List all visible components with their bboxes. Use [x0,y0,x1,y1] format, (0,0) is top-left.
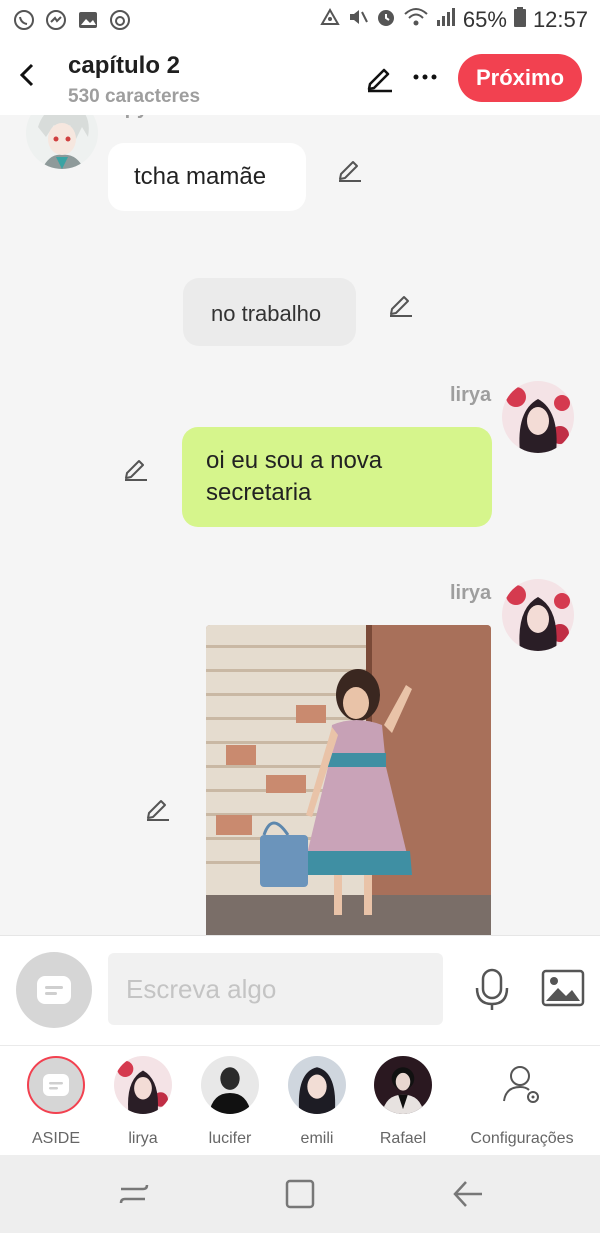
aside-toggle-button[interactable] [16,952,92,1028]
wifi-icon [403,6,429,34]
alarm-icon [375,6,397,34]
notification-icons [12,8,132,32]
more-options-button[interactable] [410,62,440,92]
pencil-icon [339,161,361,182]
character-aside[interactable]: ASIDE [11,1056,101,1148]
battery-icon [513,6,527,34]
avatar [374,1056,432,1114]
more-dots-icon [413,74,437,80]
whatsapp-icon [12,8,36,32]
battery-percent: 65% [462,7,507,32]
chat-bubble-icon [43,1074,69,1096]
instagram-icon [108,8,132,32]
microphone-icon [475,968,509,1010]
edit-message-button[interactable] [122,454,150,482]
character-label: emili [300,1130,334,1147]
message-input[interactable] [108,953,443,1025]
chapter-title: capítulo 2 [68,52,181,79]
edit-title-button[interactable] [364,62,396,94]
status-bar: 65% 12:57 [0,0,600,40]
pencil-icon [147,800,169,821]
chat-area[interactable]: lapy tcha mamãe no trabalho lirya [0,115,600,935]
gallery-icon [76,8,100,32]
character-label: ASIDE [31,1130,80,1147]
sender-name: lapy [108,115,148,120]
character-settings[interactable]: Configurações [466,1056,578,1148]
character-label: lucifer [208,1130,252,1147]
image-icon [541,969,585,1007]
edit-message-button[interactable] [336,155,364,183]
system-nav-bar [0,1155,600,1233]
messenger-icon [44,8,68,32]
sender-name: lirya [450,384,492,406]
pencil-icon [367,68,392,93]
pencil-icon [125,460,147,481]
character-count: 530 caracteres [68,86,201,107]
back-button[interactable] [12,58,42,92]
back-arrow-icon [19,63,34,87]
character-rafael[interactable]: Rafael [358,1056,448,1148]
message-text: no trabalho [211,301,322,326]
character-label: lirya [128,1130,158,1147]
home-button[interactable] [282,1177,318,1211]
character-emili[interactable]: emili [272,1056,362,1148]
chat-bubble-icon [37,976,71,1004]
back-arrow-icon [453,1181,482,1207]
signal-icon [435,6,457,34]
avatar [201,1056,259,1114]
hotspot-icon [319,6,341,34]
message-bubble[interactable]: oi eu sou a nova secretaria [182,427,492,527]
character-lucifer[interactable]: lucifer [185,1056,275,1148]
next-button[interactable]: Próximo [458,54,582,102]
pencil-icon [390,296,412,317]
sender-name: lirya [450,582,492,604]
narration-bubble[interactable]: no trabalho [183,278,356,346]
message-image[interactable] [206,625,491,935]
avatar-lirya[interactable] [502,381,574,453]
message-bubble[interactable]: tcha mamãe [108,143,306,211]
message-text: oi eu sou a nova secretaria [206,447,383,506]
character-selector: ASIDE lirya lucifer emili Rafael Configu… [0,1045,600,1155]
microphone-button[interactable] [470,966,514,1014]
clock: 12:57 [532,7,588,32]
character-label: Configurações [470,1130,574,1147]
settings-user-icon [493,1056,551,1114]
avatar-lapy[interactable] [26,115,98,169]
aside-avatar [27,1056,85,1114]
image-upload-button[interactable] [540,966,586,1010]
avatar [288,1056,346,1114]
mute-icon [347,6,369,34]
recent-apps-button[interactable] [115,1177,151,1211]
edit-message-button[interactable] [387,290,415,318]
message-composer [0,935,600,1045]
recent-apps-icon [119,1184,149,1204]
message-text: tcha mamãe [134,163,267,190]
chapter-header: capítulo 2 530 caracteres Próximo [0,40,600,115]
character-label: Rafael [379,1130,427,1147]
avatar-lirya[interactable] [502,579,574,651]
back-nav-button[interactable] [450,1177,486,1211]
system-indicators: 65% 12:57 [319,6,588,34]
character-lirya[interactable]: lirya [98,1056,188,1148]
avatar [114,1056,172,1114]
edit-message-button[interactable] [144,794,172,822]
home-square-icon [285,1179,315,1209]
